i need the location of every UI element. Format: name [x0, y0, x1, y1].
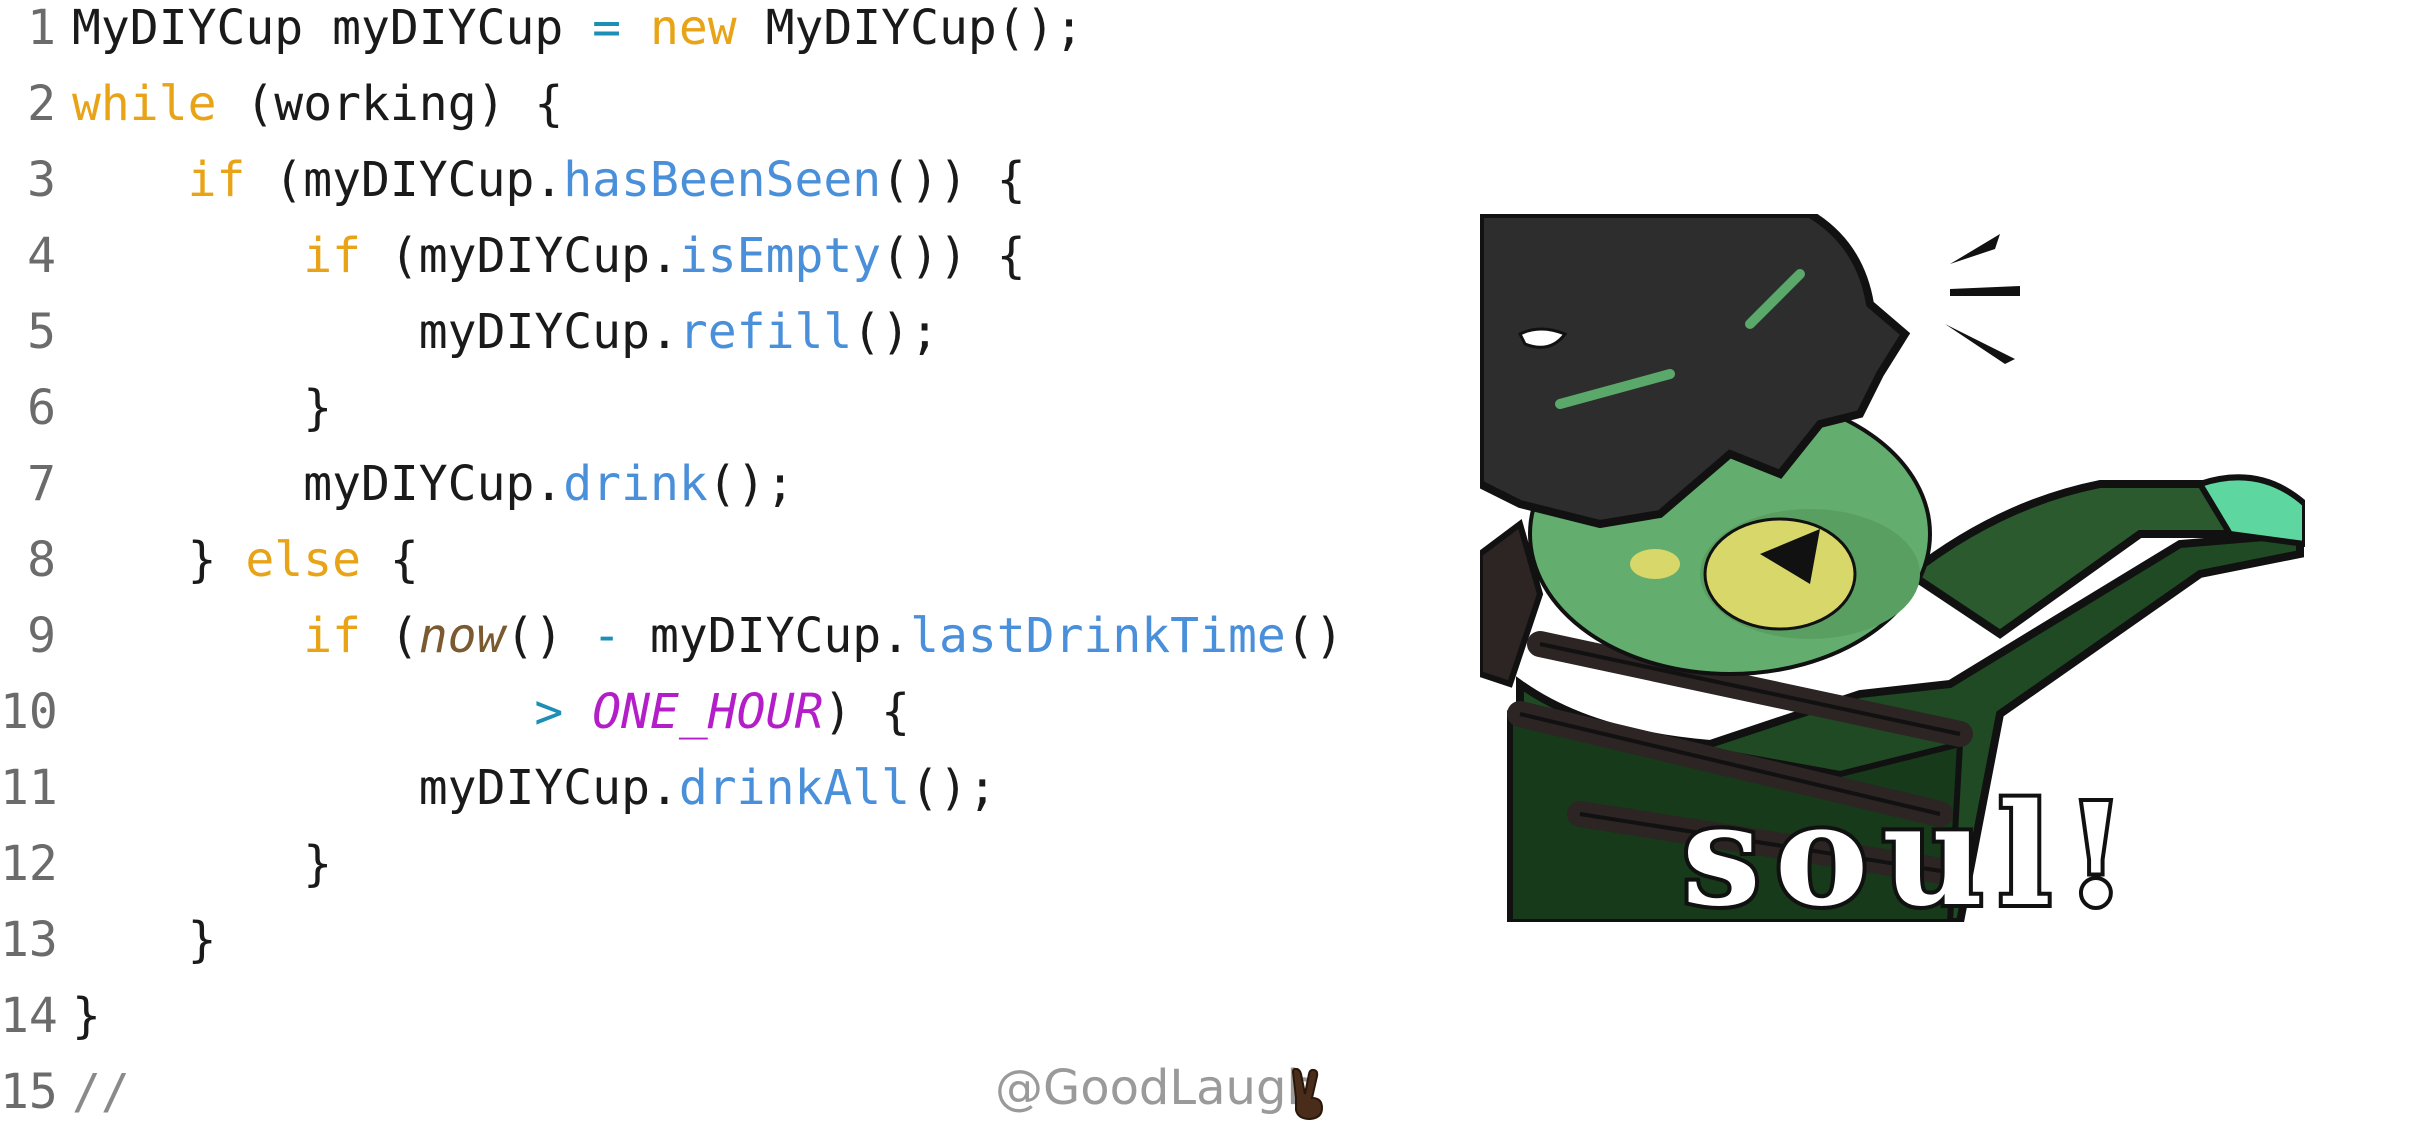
code-token: ();	[852, 304, 939, 360]
code-token: myDIYCup.	[72, 456, 564, 512]
line-number: 10	[0, 684, 58, 740]
code-line: 13 }	[0, 912, 217, 988]
code-token: while	[72, 76, 217, 132]
code-line: 1 MyDIYCup myDIYCup = new MyDIYCup();	[0, 0, 1083, 76]
line-number: 5	[27, 304, 56, 360]
code-token: isEmpty	[678, 228, 882, 284]
line-number: 3	[27, 152, 56, 208]
code-token: MyDIYCup myDIYCup	[72, 0, 593, 56]
code-line: 10 > ONE_HOUR) {	[0, 684, 910, 760]
code-token: ();	[707, 456, 795, 512]
code-token: -	[592, 608, 622, 664]
code-token: now	[418, 608, 506, 664]
code-token: ) {	[823, 684, 911, 740]
code-token: drinkAll	[678, 760, 911, 816]
code-line: 2 while (working) {	[0, 76, 563, 152]
line-number: 2	[27, 76, 56, 132]
code-line: 11 myDIYCup.drinkAll();	[0, 760, 997, 836]
code-line: 14}	[0, 988, 101, 1064]
code-token: (myDIYCup.	[245, 152, 564, 208]
code-token: }	[72, 836, 333, 892]
code-line: 12 }	[0, 836, 332, 912]
victory-hand-icon	[1290, 1067, 1326, 1124]
code-token: //	[72, 1064, 130, 1120]
sticker-image: soul!	[1476, 210, 2308, 942]
line-number: 1	[27, 0, 56, 56]
code-token: }	[72, 988, 101, 1044]
code-token: {	[360, 532, 419, 588]
code-line: 7 myDIYCup.drink();	[0, 456, 794, 532]
line-number: 13	[0, 912, 58, 968]
line-number: 7	[27, 456, 56, 512]
code-token: }	[72, 912, 217, 968]
code-token: MyDIYCup();	[736, 0, 1084, 56]
code-token: ONE_HOUR	[592, 684, 824, 740]
code-token: (myDIYCup.	[360, 228, 679, 284]
code-token: ();	[910, 760, 997, 816]
code-line: 6 }	[0, 380, 332, 456]
code-token: (	[360, 608, 419, 664]
line-number: 9	[27, 608, 56, 664]
code-token: hasBeenSeen	[563, 152, 882, 208]
code-line: 4 if (myDIYCup.isEmpty()) {	[0, 228, 1026, 304]
sticker-caption: soul!	[1682, 774, 2141, 922]
code-token: myDIYCup.	[72, 304, 679, 360]
code-token: if	[303, 608, 361, 664]
code-token: ()	[505, 608, 593, 664]
code-token: ()) {	[881, 228, 1026, 284]
code-token: else	[245, 532, 361, 588]
code-line: 8 } else {	[0, 532, 419, 608]
code-token: myDIYCup.	[621, 608, 911, 664]
code-token: if	[303, 228, 361, 284]
code-line: 3 if (myDIYCup.hasBeenSeen()) {	[0, 152, 1026, 228]
code-line: 15//	[0, 1064, 130, 1140]
watermark-handle: @GoodLaugh	[995, 1060, 1317, 1116]
line-number: 4	[27, 228, 56, 284]
code-token: if	[187, 152, 246, 208]
code-token: new	[649, 0, 737, 56]
line-number: 15	[0, 1064, 58, 1120]
code-token: lastDrinkTime	[910, 608, 1286, 664]
line-number: 11	[0, 760, 58, 816]
code-token: =	[592, 0, 622, 56]
code-token: ()) {	[881, 152, 1026, 208]
code-token: }	[72, 380, 333, 436]
code-token: }	[72, 532, 246, 588]
code-line: 9 if (now() - myDIYCup.lastDrinkTime()	[0, 608, 1344, 684]
code-token: (working) {	[216, 76, 564, 132]
line-number: 8	[27, 532, 56, 588]
code-line: 5 myDIYCup.refill();	[0, 304, 939, 380]
code-token: >	[534, 684, 564, 740]
line-number: 14	[0, 988, 58, 1044]
line-number: 12	[0, 836, 58, 892]
code-token: drink	[563, 456, 708, 512]
code-token: myDIYCup.	[72, 760, 679, 816]
line-number: 6	[27, 380, 56, 436]
code-token: refill	[678, 304, 853, 360]
code-token: ()	[1285, 608, 1344, 664]
